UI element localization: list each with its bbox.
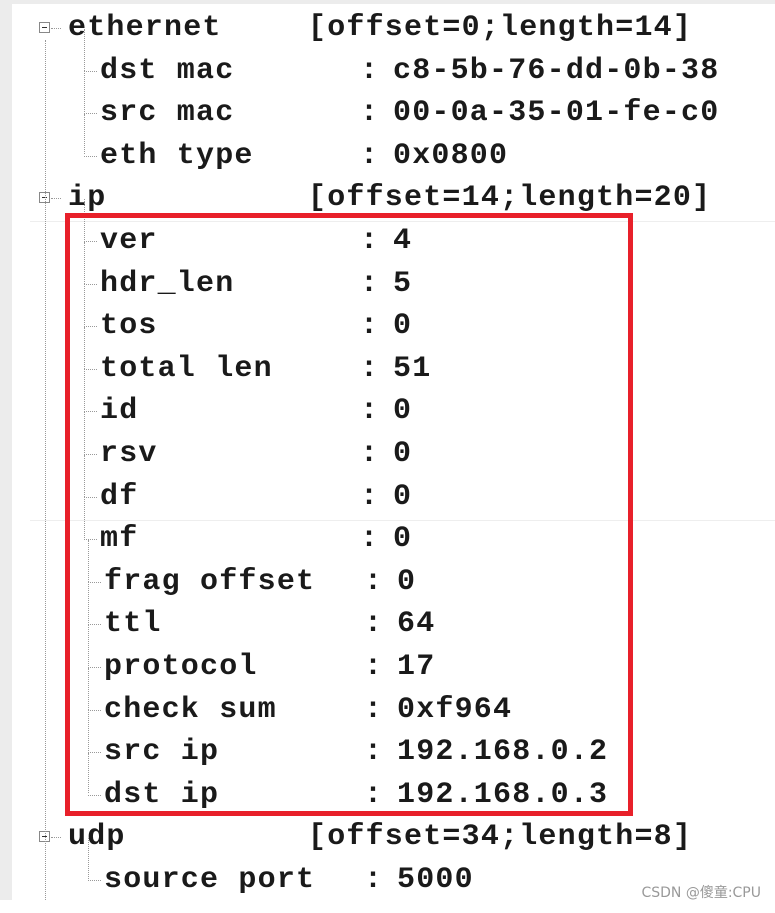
field-separator: : bbox=[364, 863, 384, 897]
tree-field-dst-mac: dst mac: c8-5b-76-dd-0b-38 bbox=[0, 51, 775, 91]
tree-section-ethernet[interactable]: ethernet [offset=0;length=14] bbox=[0, 8, 775, 48]
section-info: [offset=0;length=14] bbox=[308, 11, 693, 45]
field-separator: : bbox=[360, 138, 380, 173]
watermark: CSDN @傻童:CPU bbox=[641, 885, 761, 901]
field-name: source port bbox=[104, 863, 316, 897]
field-value: 0x0800 bbox=[393, 138, 509, 173]
tree-field-eth-type: eth type:0x0800 bbox=[0, 136, 775, 176]
field-separator: : bbox=[360, 96, 380, 131]
section-name: ethernet bbox=[68, 11, 222, 45]
ip-fields-highlight-box bbox=[65, 213, 633, 816]
field-name: src mac bbox=[100, 96, 235, 131]
field-separator: : bbox=[360, 53, 380, 88]
tree-section-udp[interactable]: udp [offset=34;length=8] bbox=[0, 817, 775, 857]
field-name: eth type bbox=[100, 138, 254, 173]
tree-connector bbox=[45, 40, 46, 900]
packet-tree-view: ethernet [offset=0;length=14] dst mac: c8-5… bbox=[0, 0, 775, 913]
section-info: [offset=34;length=8] bbox=[308, 820, 693, 855]
field-value: 5000 bbox=[397, 863, 474, 897]
field-name: dst mac bbox=[100, 53, 235, 88]
section-name: udp bbox=[68, 820, 126, 855]
field-value: c8-5b-76-dd-0b-38 bbox=[393, 53, 720, 88]
tree-field-src-mac: src mac:00-0a-35-01-fe-c0 bbox=[0, 93, 775, 133]
field-value: 00-0a-35-01-fe-c0 bbox=[393, 96, 720, 131]
